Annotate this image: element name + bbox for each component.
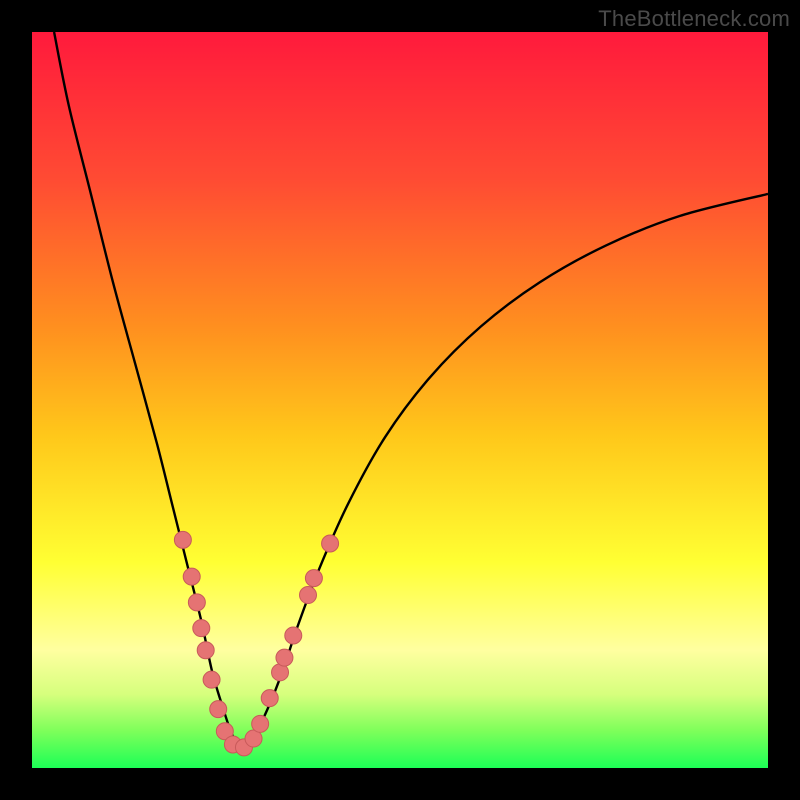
data-dot xyxy=(276,649,293,666)
data-dot xyxy=(300,587,317,604)
data-dot xyxy=(252,715,269,732)
data-dot xyxy=(322,535,339,552)
data-dot xyxy=(210,701,227,718)
data-dots xyxy=(174,531,338,756)
data-dot xyxy=(203,671,220,688)
data-dot xyxy=(285,627,302,644)
dots-layer xyxy=(32,32,768,768)
data-dot xyxy=(193,620,210,637)
data-dot xyxy=(188,594,205,611)
watermark-text: TheBottleneck.com xyxy=(598,6,790,32)
data-dot xyxy=(174,531,191,548)
plot-area xyxy=(32,32,768,768)
outer-frame: TheBottleneck.com xyxy=(0,0,800,800)
data-dot xyxy=(261,690,278,707)
data-dot xyxy=(305,570,322,587)
data-dot xyxy=(183,568,200,585)
data-dot xyxy=(197,642,214,659)
